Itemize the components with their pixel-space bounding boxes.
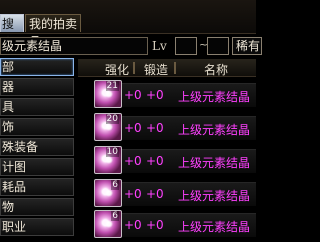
category-item[interactable]: 具: [0, 98, 74, 116]
enhance-value: +0: [124, 154, 142, 168]
result-row[interactable]: 21 +0 +0 上级元素结晶: [78, 80, 256, 110]
crystal-icon[interactable]: 6: [94, 210, 122, 238]
column-enhance[interactable]: 强化: [105, 61, 129, 78]
forge-value: +0: [146, 121, 164, 135]
level-min-field[interactable]: [175, 37, 197, 55]
level-max-field[interactable]: [207, 37, 229, 55]
category-item[interactable]: 计图: [0, 158, 74, 176]
forge-value: +0: [146, 187, 164, 201]
item-quantity: 20: [105, 114, 119, 124]
results-header: 强化 锻造 名称: [78, 59, 256, 77]
category-item[interactable]: 物: [0, 198, 74, 216]
item-quantity: 6: [111, 211, 119, 221]
enhance-value: +0: [124, 187, 142, 201]
crystal-icon[interactable]: 21: [94, 80, 122, 108]
forge-value: +0: [146, 218, 164, 232]
category-item[interactable]: 器: [0, 78, 74, 96]
column-forge[interactable]: 锻造: [144, 61, 168, 78]
crystal-icon[interactable]: 6: [94, 179, 122, 207]
item-name: 上级元素结晶: [178, 220, 251, 234]
search-input[interactable]: 级元素结晶: [0, 37, 148, 55]
enhance-value: +0: [124, 218, 142, 232]
column-divider: [174, 62, 176, 74]
column-name[interactable]: 名称: [204, 61, 228, 78]
forge-value: +0: [146, 154, 164, 168]
item-name: 上级元素结晶: [178, 156, 251, 170]
tab-bar: 搜索 我的拍卖品: [0, 0, 256, 49]
category-sidebar: 部 器 具 饰 殊装备 计图 耗品 物 职业: [0, 58, 76, 242]
category-item[interactable]: 耗品: [0, 178, 74, 196]
result-row[interactable]: 6 +0 +0 上级元素结晶: [78, 179, 256, 209]
column-divider: [133, 62, 135, 74]
rarity-dropdown[interactable]: 稀有: [232, 37, 262, 55]
item-name: 上级元素结晶: [178, 90, 251, 104]
crystal-icon[interactable]: 20: [94, 113, 122, 141]
item-name: 上级元素结晶: [178, 123, 251, 137]
enhance-value: +0: [124, 88, 142, 102]
category-item[interactable]: 部: [0, 58, 74, 76]
enhance-value: +0: [124, 121, 142, 135]
crystal-icon[interactable]: 10: [94, 146, 122, 174]
item-quantity: 6: [111, 180, 119, 190]
search-bar: 级元素结晶 Lv ~ 稀有: [0, 35, 262, 57]
item-quantity: 21: [105, 81, 119, 91]
category-item[interactable]: 殊装备: [0, 138, 74, 156]
category-item[interactable]: 饰: [0, 118, 74, 136]
item-quantity: 10: [105, 147, 119, 157]
tab-my-auction-items[interactable]: 我的拍卖品: [25, 14, 81, 49]
level-label: Lv: [152, 39, 167, 53]
item-name: 上级元素结晶: [178, 189, 251, 203]
forge-value: +0: [146, 88, 164, 102]
result-row[interactable]: 20 +0 +0 上级元素结晶: [78, 113, 256, 143]
result-row[interactable]: 10 +0 +0 上级元素结晶: [78, 146, 256, 176]
category-item[interactable]: 职业: [0, 218, 74, 236]
tab-search[interactable]: 搜索: [0, 14, 24, 49]
result-row[interactable]: 6 +0 +0 上级元素结晶: [78, 210, 256, 240]
